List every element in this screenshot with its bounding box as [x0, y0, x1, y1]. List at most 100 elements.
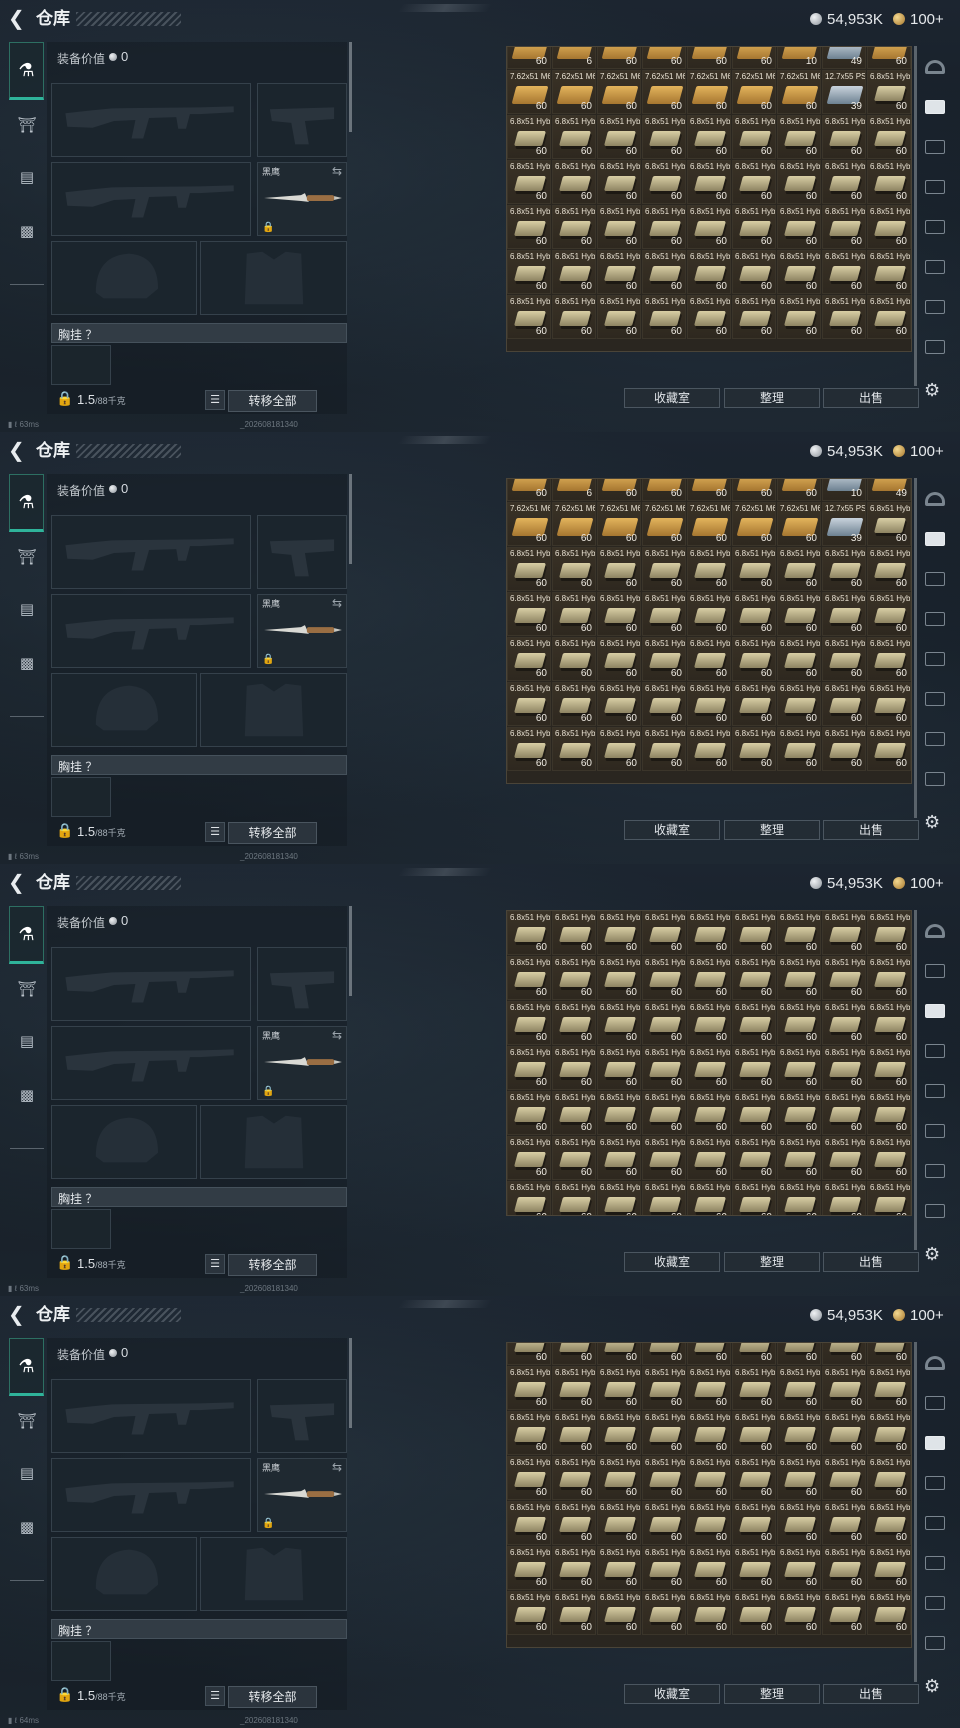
melee-slot[interactable]: 黑鹰 ⇆ 🔒	[257, 1026, 347, 1100]
ammo-cell[interactable]: 6.8x51 Hybrid60	[687, 1411, 731, 1455]
ammo-cell[interactable]: 6.8x51 Hybrid60	[732, 1046, 776, 1090]
secondary-weapon-slot[interactable]	[51, 1458, 251, 1532]
ammo-cell[interactable]: 6.8x51 Hybrid60	[552, 1546, 596, 1590]
gold-currency[interactable]: 100+	[893, 1305, 944, 1325]
ammo-cell[interactable]: 6.8x51 Hybrid60	[867, 1136, 911, 1180]
ammo-cell[interactable]: 6.8x51 Hybrid60	[822, 1136, 866, 1180]
ammo-cell[interactable]: 6.8x51 Hybrid60	[687, 250, 731, 294]
ammo-cell[interactable]: 6.8x51 Hybrid60	[687, 1001, 731, 1045]
panel-scrollbar[interactable]	[349, 474, 352, 564]
ammo-cell[interactable]: 6.8x51 Hybrid60	[732, 547, 776, 591]
ammo-cell[interactable]: 6.8x51 Hybrid60	[867, 637, 911, 681]
ammo-cell[interactable]: 6.8x51 Hybrid60	[642, 115, 686, 159]
helmet-slot[interactable]	[51, 241, 197, 315]
container-tab-gear-box[interactable]	[919, 296, 951, 330]
ammo-cell[interactable]: 6.8x51 Hybrid60	[552, 1091, 596, 1135]
ammo-cell[interactable]: 6.8x51 Hybrid60	[552, 592, 596, 636]
ammo-cell[interactable]: 6.8x51 Hybrid60	[822, 160, 866, 204]
ammo-cell[interactable]: 6.8x51 Hybrid60	[687, 1091, 731, 1135]
ammo-cell[interactable]: 6.8x51 Hybrid60	[867, 1411, 911, 1455]
ammo-cell[interactable]: 6.8x51 Hybrid60	[867, 1046, 911, 1090]
transfer-all-button[interactable]: 转移全部	[228, 390, 317, 412]
container-tab-ammo-crate-5[interactable]	[919, 688, 951, 722]
ammo-cell[interactable]: 6.8x51 Hybrid60	[777, 115, 821, 159]
ammo-cell[interactable]: 6.8x51 Hybrid60	[777, 1343, 821, 1365]
ammo-cell[interactable]: 6.8x51 Hybrid60	[777, 1411, 821, 1455]
container-tab-ammo-crate-1[interactable]	[919, 960, 951, 994]
ammo-cell[interactable]: 6.8x51 Hybrid60	[507, 1181, 551, 1215]
ammo-cell[interactable]: 7.62x51 M6260	[552, 502, 596, 546]
ammo-cell[interactable]: 6.8x51 Hybrid60	[507, 205, 551, 249]
ammo-cell[interactable]: 6.8x51 Hybrid60	[687, 1591, 731, 1635]
chest-rig-slot[interactable]	[51, 1641, 111, 1681]
ammo-cell[interactable]: 7.62x51 M6260	[642, 502, 686, 546]
container-tab-ammo-crate-2[interactable]	[919, 136, 951, 170]
container-tab-gear-box[interactable]	[919, 1160, 951, 1194]
ammo-cell[interactable]: 6.8x51 Hybrid60	[552, 1001, 596, 1045]
ammo-cell[interactable]: 6.8x51 Hybrid60	[732, 1181, 776, 1215]
ammo-cell[interactable]: 6.8x51 Hybrid60	[552, 295, 596, 339]
ammo-cell[interactable]: 7.62x51 M6260	[732, 70, 776, 114]
container-tab-ammo-crate-1[interactable]	[919, 528, 951, 562]
ammo-cell[interactable]: 6.8x51 Hybrid60	[507, 592, 551, 636]
ammo-cell[interactable]: 6.8x51 Hybrid60	[867, 911, 911, 955]
ammo-cell[interactable]: 6.8x51 Hybrid60	[642, 547, 686, 591]
ammo-cell[interactable]: 12.7x55 PS12B 39	[822, 70, 866, 114]
ammo-cell[interactable]: 7.62x51 M6260	[687, 47, 731, 69]
ammo-cell[interactable]: 6.8x51 Hybrid60	[642, 1343, 686, 1365]
ammo-cell[interactable]: 6.8x51 Hybrid60	[507, 160, 551, 204]
armor-slot[interactable]	[200, 1537, 347, 1611]
ammo-cell[interactable]: 6.8x51 Hybrid60	[777, 727, 821, 771]
secondary-weapon-slot[interactable]	[51, 162, 251, 236]
ammo-cell[interactable]: 6.8x51 Hybrid60	[597, 1546, 641, 1590]
ammo-cell[interactable]: 7.62x51 M6260	[597, 47, 641, 69]
ammo-cell[interactable]: 6.8x51 Hybrid60	[642, 911, 686, 955]
ammo-cell[interactable]: 6.8x51 Hybrid60	[687, 115, 731, 159]
ammo-cell[interactable]: 6.8x51 Hybrid60	[822, 1546, 866, 1590]
collection-button[interactable]: 收藏室	[624, 820, 720, 840]
stash-scrollbar[interactable]	[914, 478, 917, 818]
ammo-cell[interactable]: 6.8x51 Hybrid60	[867, 1343, 911, 1365]
ammo-cell[interactable]: 6.8x51 Hybrid60	[687, 911, 731, 955]
container-tab-pouch[interactable]	[919, 920, 951, 954]
ammo-cell[interactable]: 6.8x51 Hybrid60	[867, 70, 911, 114]
ammo-cell[interactable]: 6.8x51 Hybrid60	[822, 1091, 866, 1135]
tab-backpack-icon[interactable]: ▩	[13, 650, 41, 678]
ammo-cell[interactable]: 6.8x51 Hybrid60	[777, 295, 821, 339]
container-tab-ammo-crate-2[interactable]	[919, 1432, 951, 1466]
ammo-cell[interactable]: 6.8x51 Hybrid60	[642, 1001, 686, 1045]
helmet-slot[interactable]	[51, 1537, 197, 1611]
ammo-cell[interactable]: 6.8x51 Hybrid60	[687, 727, 731, 771]
stash-scrollbar[interactable]	[914, 46, 917, 386]
ammo-cell[interactable]: 6.8x51 Hybrid60	[642, 160, 686, 204]
sell-button[interactable]: 出售	[823, 1684, 919, 1704]
ammo-cell[interactable]: 6.8x51 Hybrid60	[552, 160, 596, 204]
ammo-cell[interactable]: 6.8x51 Hybrid60	[777, 160, 821, 204]
ammo-cell[interactable]: 6.8x51 Hybrid60	[597, 1501, 641, 1545]
container-tab-ammo-crate-3[interactable]	[919, 608, 951, 642]
ammo-cell[interactable]: 6.8x51 Hybrid60	[867, 1366, 911, 1410]
primary-weapon-slot[interactable]	[51, 515, 251, 589]
ammo-cell[interactable]: 6.8x51 Hybrid60	[552, 1181, 596, 1215]
ammo-cell[interactable]: 6.8x51 Hybrid60	[642, 1411, 686, 1455]
melee-slot[interactable]: 黑鹰 ⇆ 🔒	[257, 162, 347, 236]
ammo-cell[interactable]: 6.8x51 Hybrid60	[732, 205, 776, 249]
ammo-cell[interactable]: 6.8x51 Hybrid60	[597, 1181, 641, 1215]
ammo-cell[interactable]: 6.8x51 Hybrid60	[867, 1501, 911, 1545]
sort-button[interactable]: 整理	[724, 820, 820, 840]
ammo-cell[interactable]: 6.8x51 Hybrid60	[642, 637, 686, 681]
ammo-cell[interactable]: 6.8x51 Hybrid60	[552, 1136, 596, 1180]
ammo-cell[interactable]: 6.8x51 Hybrid60	[732, 956, 776, 1000]
pistol-slot[interactable]	[257, 1379, 347, 1453]
tab-weapons-icon[interactable]: ⚗	[9, 1338, 44, 1396]
ammo-cell[interactable]: 6.8x51 Hybrid60	[642, 592, 686, 636]
ammo-cell[interactable]: 6.8x51 Hybrid60	[642, 1591, 686, 1635]
container-tab-gear-box[interactable]	[919, 728, 951, 762]
container-tab-ammo-crate-1[interactable]	[919, 96, 951, 130]
ammo-cell[interactable]: 6.8x51 Hybrid60	[777, 1456, 821, 1500]
primary-weapon-slot[interactable]	[51, 947, 251, 1021]
primary-weapon-slot[interactable]	[51, 1379, 251, 1453]
gold-currency[interactable]: 100+	[893, 873, 944, 893]
container-tab-ammo-crate-2[interactable]	[919, 568, 951, 602]
container-tab-pouch[interactable]	[919, 56, 951, 90]
